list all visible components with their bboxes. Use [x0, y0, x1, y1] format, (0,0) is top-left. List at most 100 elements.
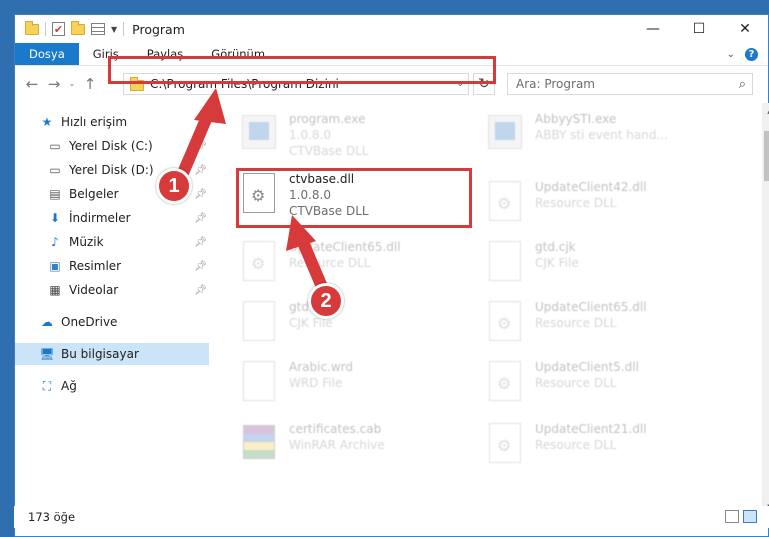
sidebar-item-label: Belgeler: [69, 187, 119, 201]
new-folder-icon[interactable]: [71, 20, 85, 35]
search-icon[interactable]: ⌕: [739, 77, 746, 92]
file-description: Resource DLL: [535, 438, 617, 452]
sidebar-item-label: Ağ: [61, 379, 77, 393]
file-description: CJK File: [535, 256, 579, 270]
scroll-up-icon[interactable]: ▲: [762, 103, 769, 119]
properties-check-icon[interactable]: ✔: [52, 22, 65, 36]
pin-icon[interactable]: 📌︎: [194, 261, 207, 272]
pin-icon[interactable]: 📌︎: [194, 285, 207, 296]
pin-icon[interactable]: 📌︎: [194, 237, 207, 248]
tab-file[interactable]: Dosya: [15, 43, 79, 65]
search-placeholder: Ara: Program: [516, 77, 595, 91]
customize-toolbar-icon[interactable]: [91, 23, 105, 35]
recent-locations-icon[interactable]: ⌄: [65, 79, 79, 88]
drive-icon: ▭: [49, 139, 61, 153]
file-item[interactable]: gtd.cjk CJK File: [239, 299, 479, 355]
tiles-view-icon[interactable]: [743, 510, 757, 523]
toolbar-divider: [123, 22, 125, 36]
back-arrow-icon[interactable]: ←: [21, 75, 43, 93]
file-description: ABBY sti event hand...: [535, 128, 668, 142]
details-view-icon[interactable]: [725, 510, 739, 523]
file-description: Resource DLL: [535, 316, 617, 330]
sidebar-item-label: OneDrive: [61, 315, 118, 329]
file-name: UpdateClient21.dll: [535, 422, 647, 436]
file-item[interactable]: UpdateClient42.dll Resource DLL: [485, 179, 725, 235]
file-item[interactable]: Arabic.wrd WRD File: [239, 359, 479, 415]
maximize-button[interactable]: ☐: [676, 15, 722, 43]
help-icon[interactable]: ?: [745, 47, 758, 61]
file-item[interactable]: certificates.cab WinRAR Archive: [239, 421, 479, 477]
sidebar-item-label: Yerel Disk (D:): [69, 163, 154, 177]
scrollbar-thumb[interactable]: [764, 131, 769, 181]
file-name: AbbyySTI.exe: [535, 112, 617, 126]
sidebar-item-onedrive[interactable]: ☁ OneDrive: [15, 311, 211, 333]
sidebar-item-label: Bu bilgisayar: [61, 347, 139, 361]
file-list: program.exe 1.0.8.0 CTVBase DLL ctvbase.…: [225, 103, 749, 513]
sidebar-item-label: Müzik: [69, 235, 104, 249]
vertical-scrollbar[interactable]: ▲ ▼: [762, 103, 769, 515]
item-count: 173 öğe: [28, 510, 76, 524]
file-item[interactable]: UpdateClient65.dll Resource DLL: [485, 299, 725, 355]
computer-icon: 🖥︎: [39, 347, 55, 361]
sidebar-item-label: Videolar: [69, 283, 119, 297]
sidebar-item-downloads[interactable]: ⬇ İndirmeler 📌︎: [15, 207, 211, 229]
expand-ribbon-icon[interactable]: ⌄: [727, 49, 735, 60]
file-icon: [243, 361, 275, 401]
file-name: Arabic.wrd: [289, 360, 354, 374]
videos-icon: ▦: [49, 283, 61, 297]
dll-gear-icon: [489, 301, 521, 341]
sidebar-item-label: İndirmeler: [69, 211, 131, 225]
pin-icon[interactable]: 📌︎: [194, 189, 207, 200]
archive-icon: [243, 425, 275, 459]
minimize-button[interactable]: —: [630, 15, 676, 43]
file-item[interactable]: program.exe 1.0.8.0 CTVBase DLL: [239, 111, 479, 167]
documents-icon: ▤: [49, 187, 61, 201]
file-item[interactable]: gtd.cjk CJK File: [485, 239, 725, 295]
file-name: program.exe: [289, 112, 366, 126]
sidebar-item-pictures[interactable]: ▣ Resimler 📌︎: [15, 255, 211, 277]
cloud-icon: ☁: [41, 315, 53, 329]
status-bar: 173 öğe: [14, 506, 769, 528]
sidebar-item-label: Resimler: [69, 259, 122, 273]
file-item[interactable]: AbbyySTI.exe ABBY sti event hand...: [485, 111, 725, 167]
file-item[interactable]: UpdateClient21.dll Resource DLL: [485, 421, 725, 477]
file-description: WRD File: [289, 376, 343, 390]
pictures-icon: ▣: [49, 259, 61, 273]
file-name: certificates.cab: [289, 422, 382, 436]
file-name: UpdateClient42.dll: [535, 180, 647, 194]
forward-arrow-icon[interactable]: →: [43, 75, 65, 93]
folder-icon: [25, 20, 39, 35]
dll-gear-icon: [489, 361, 521, 401]
sidebar-item-videos[interactable]: ▦ Videolar 📌︎: [15, 279, 211, 301]
window-title: Program: [132, 21, 185, 37]
dll-gear-icon: [489, 181, 521, 221]
file-version: 1.0.8.0: [289, 128, 331, 142]
explorer-window: ✔ ▼ Program — ☐ ✕ Dosya Giriş Paylaş Gör…: [14, 14, 769, 537]
file-icon: [243, 301, 275, 341]
network-icon: ⛶: [42, 378, 52, 393]
file-description: Resource DLL: [535, 376, 617, 390]
pin-icon[interactable]: 📌︎: [194, 213, 207, 224]
dll-gear-icon: [489, 423, 521, 463]
quick-access-toolbar: ✔ ▼: [15, 20, 125, 36]
title-bar: ✔ ▼ Program — ☐ ✕: [15, 15, 768, 43]
close-button[interactable]: ✕: [722, 15, 768, 43]
exe-file-icon: [488, 115, 522, 149]
sidebar-item-label: Hızlı erişim: [61, 115, 128, 129]
file-description: WinRAR Archive: [289, 438, 385, 452]
toolbar-dropdown-icon[interactable]: ▼: [111, 25, 117, 34]
sidebar-item-network[interactable]: ⛶ Ağ: [15, 375, 211, 397]
toolbar-divider: [45, 22, 46, 36]
file-name: UpdateClient5.dll: [535, 360, 639, 374]
file-description: Resource DLL: [535, 196, 617, 210]
search-input[interactable]: Ara: Program ⌕: [507, 73, 753, 95]
up-arrow-icon[interactable]: ↑: [79, 75, 101, 93]
sidebar-item-this-pc[interactable]: 🖥︎ Bu bilgisayar: [15, 343, 209, 365]
music-icon: ♪: [51, 235, 59, 249]
file-name: UpdateClient65.dll: [535, 300, 647, 314]
step-badge-2: 2: [308, 283, 344, 319]
file-description: CTVBase DLL: [289, 144, 369, 158]
file-item[interactable]: UpdateClient5.dll Resource DLL: [485, 359, 725, 415]
file-icon: [489, 241, 521, 281]
sidebar-item-music[interactable]: ♪ Müzik 📌︎: [15, 231, 211, 253]
